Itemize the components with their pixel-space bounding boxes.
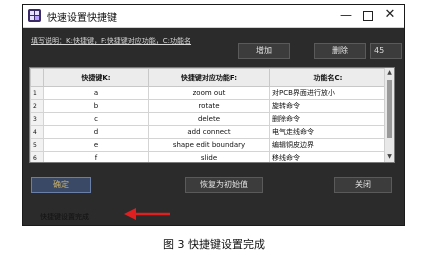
table-scrollbar[interactable]: ▲ ▼ bbox=[384, 68, 394, 162]
name-cell[interactable]: 旋转命令 bbox=[269, 99, 387, 113]
name-cell[interactable]: 电气走线命令 bbox=[269, 125, 387, 139]
row-number: 6 bbox=[30, 151, 44, 162]
table-header-row: 快捷键K: 快捷键对应功能F: 功能名C: bbox=[30, 68, 387, 87]
shortcut-table: 快捷键K: 快捷键对应功能F: 功能名C: 1 a zoom out 对PCB界… bbox=[29, 67, 395, 163]
row-number: 4 bbox=[30, 125, 44, 139]
row-number: 3 bbox=[30, 112, 44, 126]
instruction-text: 填写说明：K:快捷键，F:快捷键对应功能，C:功能名 bbox=[31, 37, 192, 45]
column-header-function[interactable]: 快捷键对应功能F: bbox=[148, 68, 270, 87]
key-cell[interactable]: f bbox=[43, 151, 149, 162]
key-cell[interactable]: c bbox=[43, 112, 149, 126]
delete-button[interactable]: 删除 bbox=[314, 43, 366, 59]
row-number-header bbox=[30, 68, 44, 87]
key-cell[interactable]: e bbox=[43, 138, 149, 152]
table-row[interactable]: 1 a zoom out 对PCB界面进行放小 bbox=[30, 86, 387, 100]
table-row[interactable]: 4 d add connect 电气走线命令 bbox=[30, 125, 387, 139]
function-cell[interactable]: zoom out bbox=[148, 86, 270, 100]
function-cell[interactable]: delete bbox=[148, 112, 270, 126]
title-bar: 快速设置快捷键 — ✕ bbox=[23, 5, 404, 28]
add-button[interactable]: 增加 bbox=[238, 43, 290, 59]
row-number: 1 bbox=[30, 86, 44, 100]
table-row[interactable]: 6 f slide 移线命令 bbox=[30, 151, 387, 162]
name-cell[interactable]: 编辑铜皮边界 bbox=[269, 138, 387, 152]
status-message: 快捷键设置完成 bbox=[40, 213, 89, 221]
window-title: 快速设置快捷键 bbox=[47, 13, 117, 24]
name-cell[interactable]: 对PCB界面进行放小 bbox=[269, 86, 387, 100]
close-window-button[interactable]: ✕ bbox=[382, 7, 398, 23]
scrollbar-thumb[interactable] bbox=[387, 80, 392, 138]
table-row[interactable]: 3 c delete 删除命令 bbox=[30, 112, 387, 126]
function-cell[interactable]: slide bbox=[148, 151, 270, 162]
function-cell[interactable]: shape edit boundary bbox=[148, 138, 270, 152]
key-cell[interactable]: b bbox=[43, 99, 149, 113]
figure-caption: 图 3 快捷键设置完成 bbox=[163, 238, 265, 251]
maximize-icon bbox=[363, 10, 373, 21]
function-cell[interactable]: rotate bbox=[148, 99, 270, 113]
row-number: 5 bbox=[30, 138, 44, 152]
function-cell[interactable]: add connect bbox=[148, 125, 270, 139]
annotation-arrow-icon bbox=[124, 208, 170, 220]
name-cell[interactable]: 移线命令 bbox=[269, 151, 387, 162]
reset-defaults-button[interactable]: 恢复为初始值 bbox=[185, 177, 263, 193]
close-button[interactable]: 关闭 bbox=[334, 177, 392, 193]
row-number: 2 bbox=[30, 99, 44, 113]
table-row[interactable]: 2 b rotate 旋转命令 bbox=[30, 99, 387, 113]
column-header-name[interactable]: 功能名C: bbox=[269, 68, 387, 87]
ok-button[interactable]: 确定 bbox=[31, 177, 91, 193]
column-header-key[interactable]: 快捷键K: bbox=[43, 68, 149, 87]
maximize-button[interactable] bbox=[360, 7, 376, 23]
key-cell[interactable]: d bbox=[43, 125, 149, 139]
name-cell[interactable]: 删除命令 bbox=[269, 112, 387, 126]
count-field[interactable]: 45 bbox=[370, 43, 402, 59]
key-cell[interactable]: a bbox=[43, 86, 149, 100]
table-row[interactable]: 5 e shape edit boundary 编辑铜皮边界 bbox=[30, 138, 387, 152]
scroll-up-icon[interactable]: ▲ bbox=[385, 68, 394, 78]
scroll-down-icon[interactable]: ▼ bbox=[385, 152, 394, 162]
shortcut-settings-window: 快速设置快捷键 — ✕ 填写说明：K:快捷键，F:快捷键对应功能，C:功能名 增… bbox=[22, 4, 405, 226]
app-icon bbox=[28, 9, 41, 22]
minimize-button[interactable]: — bbox=[338, 7, 354, 23]
